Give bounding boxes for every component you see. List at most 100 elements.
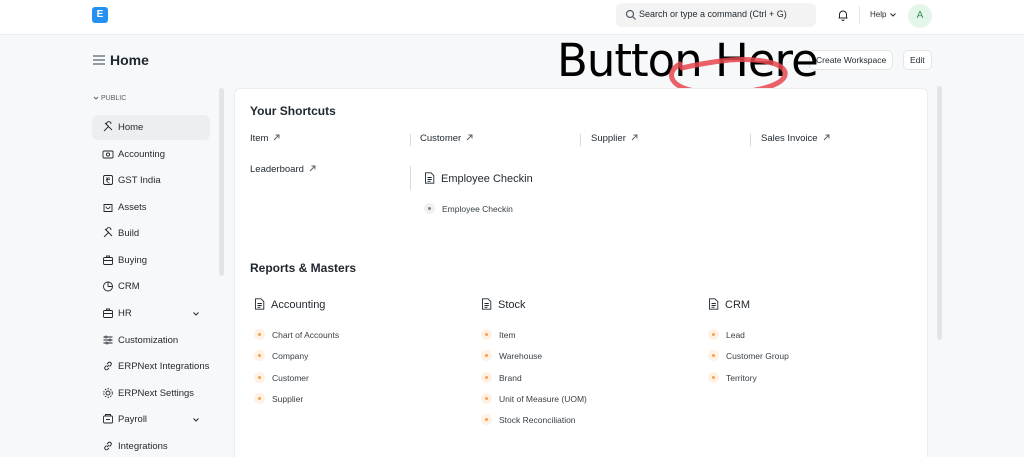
sidebar-item-build[interactable]: Build [92,221,210,246]
sidebar-item-assets[interactable]: Assets [92,195,210,220]
sidebar-item-label: Assets [118,202,147,213]
link-chart-of-accounts[interactable]: Chart of Accounts [272,330,339,340]
pie-icon [103,281,113,292]
link-company[interactable]: Company [272,351,308,361]
search-icon [625,9,636,20]
link-unit-of-measure[interactable]: Unit of Measure (UOM) [499,394,587,404]
main-scrollbar[interactable] [937,86,942,340]
bullet-icon [481,393,492,404]
link-warehouse[interactable]: Warehouse [499,351,542,361]
link-item[interactable]: Item [499,330,516,340]
bullet-icon [254,393,265,404]
link-customer-group[interactable]: Customer Group [726,351,789,361]
shortcut-label: Sales Invoice [761,133,818,144]
sidebar-item-label: Accounting [118,149,166,160]
shortcut-label: Customer [420,133,462,144]
shortcut-label: Leaderboard [250,164,304,175]
sidebar-item-integrations[interactable]: Integrations [92,434,210,457]
employee-checkin-card-title[interactable]: Employee Checkin [424,172,533,185]
sidebar-item-label: ERPNext Settings [118,388,195,399]
link-icon [104,441,112,451]
sidebar-item-label: Home [118,122,144,133]
sidebar-item-gst-india[interactable]: GST India [92,168,210,193]
avatar[interactable]: A [908,4,932,28]
shortcut-sales-invoice[interactable]: Sales Invoice [761,133,830,144]
briefcase-icon [103,308,113,318]
sidebar-item-label: GST India [118,175,161,186]
sidebar-item-accounting[interactable]: Accounting [92,142,210,167]
edit-button[interactable]: Edit [903,50,932,70]
chevron-down-icon[interactable] [192,416,200,424]
app-logo[interactable]: E [92,7,108,23]
sidebar-item-buying[interactable]: Buying [92,248,210,273]
sidebar-item-label: CRM [118,281,140,292]
shortcut-leaderboard[interactable]: Leaderboard [250,164,316,175]
bullet-icon [708,329,719,340]
shortcut-label: Supplier [591,133,626,144]
sidebar-item-label: HR [118,308,132,319]
hamburger-icon[interactable] [93,55,105,65]
sidebar-item-label: Build [118,228,140,239]
page-title: Home [110,52,149,68]
sidebar-item-label: Integrations [118,441,168,452]
help-menu[interactable]: Help [870,10,886,19]
sidebar-item-erpnext-integrations[interactable]: ERPNext Integrations [92,354,210,379]
sidebar-section-public[interactable]: PUBLIC [93,95,126,102]
bullet-icon [254,350,265,361]
link-stock-reconciliation[interactable]: Stock Reconciliation [499,415,576,425]
crm-card-title[interactable]: CRM [708,298,750,311]
sidebar-item-customization[interactable]: Customization [92,328,210,353]
bullet-icon [708,372,719,383]
link-brand[interactable]: Brand [499,373,522,383]
sidebar-item-label: Customization [118,335,179,346]
navbar-divider [859,6,860,24]
bullet-icon [481,372,492,383]
briefcase-icon [103,255,113,265]
card-divider [410,166,411,190]
shortcut-divider [580,134,581,146]
top-navbar: E Search or type a command (Ctrl + G) He… [0,0,1024,35]
create-workspace-button[interactable]: Create Workspace [809,50,894,70]
stock-card-title[interactable]: Stock [481,298,526,311]
shortcut-customer[interactable]: Customer [420,133,473,144]
sidebar-item-hr[interactable]: HR [92,301,210,326]
link-customer[interactable]: Customer [272,373,309,383]
chevron-down-icon [93,96,99,100]
bullet-icon [481,414,492,425]
tools-icon [103,227,113,238]
sidebar-item-label: Buying [118,255,148,266]
chevron-down-icon[interactable] [889,11,897,19]
link-supplier[interactable]: Supplier [272,394,303,404]
shortcut-item[interactable]: Item [250,133,280,144]
link-icon [104,361,112,371]
sidebar-item-home[interactable]: Home [92,115,210,140]
sliders-icon [103,335,113,345]
link-lead[interactable]: Lead [726,330,745,340]
receipt-icon [103,414,113,424]
link-employee-checkin[interactable]: Employee Checkin [442,204,513,214]
link-territory[interactable]: Territory [726,373,757,383]
card-title-label: CRM [725,299,751,311]
sidebar-item-crm[interactable]: CRM [92,274,210,299]
sidebar-scrollbar[interactable] [219,88,224,276]
reports-title: Reports & Masters [250,261,357,275]
sidebar-item-erpnext-settings[interactable]: ERPNext Settings [92,381,210,406]
money-icon [102,150,114,159]
document-icon [425,172,435,184]
bullet-icon [424,203,435,214]
chevron-down-icon[interactable] [192,310,200,318]
search-placeholder[interactable]: Search or type a command (Ctrl + G) [639,9,787,19]
bullet-icon [254,329,265,340]
bag-icon [103,204,113,212]
shortcut-divider [750,134,751,146]
shortcut-label: Item [250,133,269,144]
bell-icon[interactable] [836,8,850,22]
arrow-up-right-icon [823,134,829,141]
document-icon [255,298,265,310]
arrow-up-right-icon [466,134,473,141]
search-bar[interactable]: Search or type a command (Ctrl + G) [616,3,816,27]
sidebar-item-payroll[interactable]: Payroll [92,407,210,432]
arrow-up-right-icon [309,165,316,172]
shortcut-supplier[interactable]: Supplier [591,133,638,144]
accounting-card-title[interactable]: Accounting [254,298,325,311]
